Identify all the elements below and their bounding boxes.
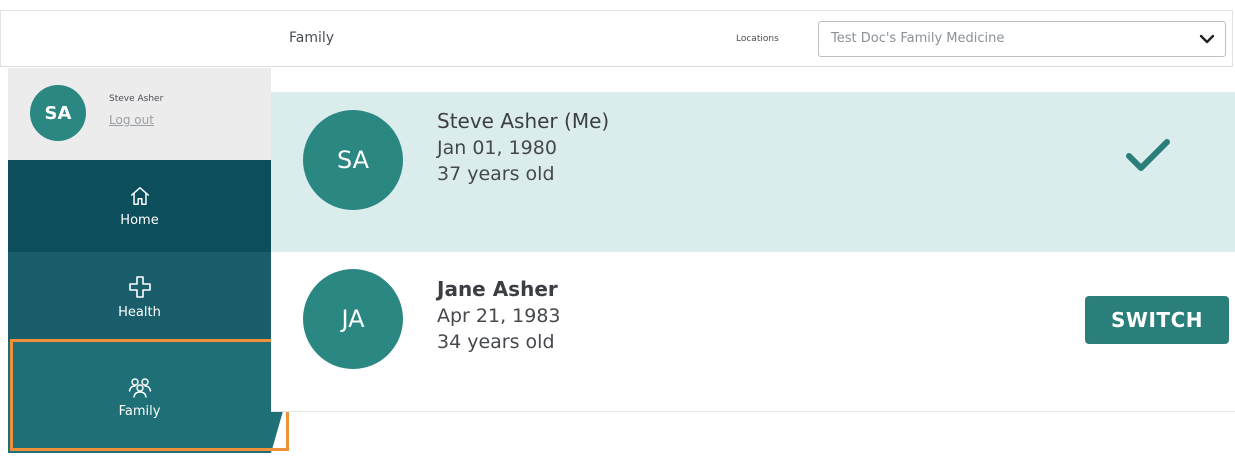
location-select-value: Test Doc's Family Medicine	[831, 31, 1005, 46]
member-name: Steve Asher (Me)	[437, 109, 609, 133]
member-age: 34 years old	[437, 331, 555, 353]
sidebar-item-label: Health	[118, 304, 161, 320]
home-icon	[130, 186, 149, 205]
member-dob: Apr 21, 1983	[437, 305, 561, 327]
logout-link[interactable]: Log out	[109, 113, 154, 127]
user-name: Steve Asher	[109, 94, 164, 104]
member-dob: Jan 01, 1980	[437, 137, 557, 159]
locations-label: Locations	[736, 34, 779, 44]
member-info: Jane Asher Apr 21, 1983 34 years old	[437, 277, 561, 353]
avatar: JA	[303, 269, 403, 369]
sidebar-item-health[interactable]: Health	[8, 252, 271, 342]
list-item: JA Jane Asher Apr 21, 1983 34 years old …	[271, 252, 1235, 412]
check-icon	[1126, 139, 1170, 171]
location-select[interactable]: Test Doc's Family Medicine	[818, 21, 1226, 57]
sidebar-item-label: Family	[118, 404, 161, 419]
avatar: SA	[30, 85, 86, 141]
people-icon	[128, 378, 151, 398]
member-age: 37 years old	[437, 163, 555, 185]
list-item: SA Steve Asher (Me) Jan 01, 1980 37 year…	[271, 92, 1235, 252]
member-info: Steve Asher (Me) Jan 01, 1980 37 years o…	[437, 109, 609, 185]
plus-cross-icon	[128, 275, 151, 298]
member-suffix: (Me)	[557, 109, 610, 133]
page-title: Family	[289, 30, 335, 46]
top-header: Family Locations Test Doc's Family Medic…	[0, 10, 1233, 67]
avatar: SA	[303, 110, 403, 210]
sidebar: SA Steve Asher Log out Home Health Famil…	[8, 68, 287, 458]
user-profile: SA Steve Asher Log out	[8, 68, 271, 160]
member-name: Jane Asher	[437, 277, 558, 301]
sidebar-item-home[interactable]: Home	[8, 160, 271, 252]
switch-button[interactable]: SWITCH	[1085, 296, 1229, 344]
member-name-text: Steve Asher	[437, 109, 558, 133]
sidebar-item-label: Home	[120, 212, 159, 228]
chevron-down-icon	[1199, 34, 1215, 44]
sidebar-item-family[interactable]: Family	[8, 342, 271, 453]
